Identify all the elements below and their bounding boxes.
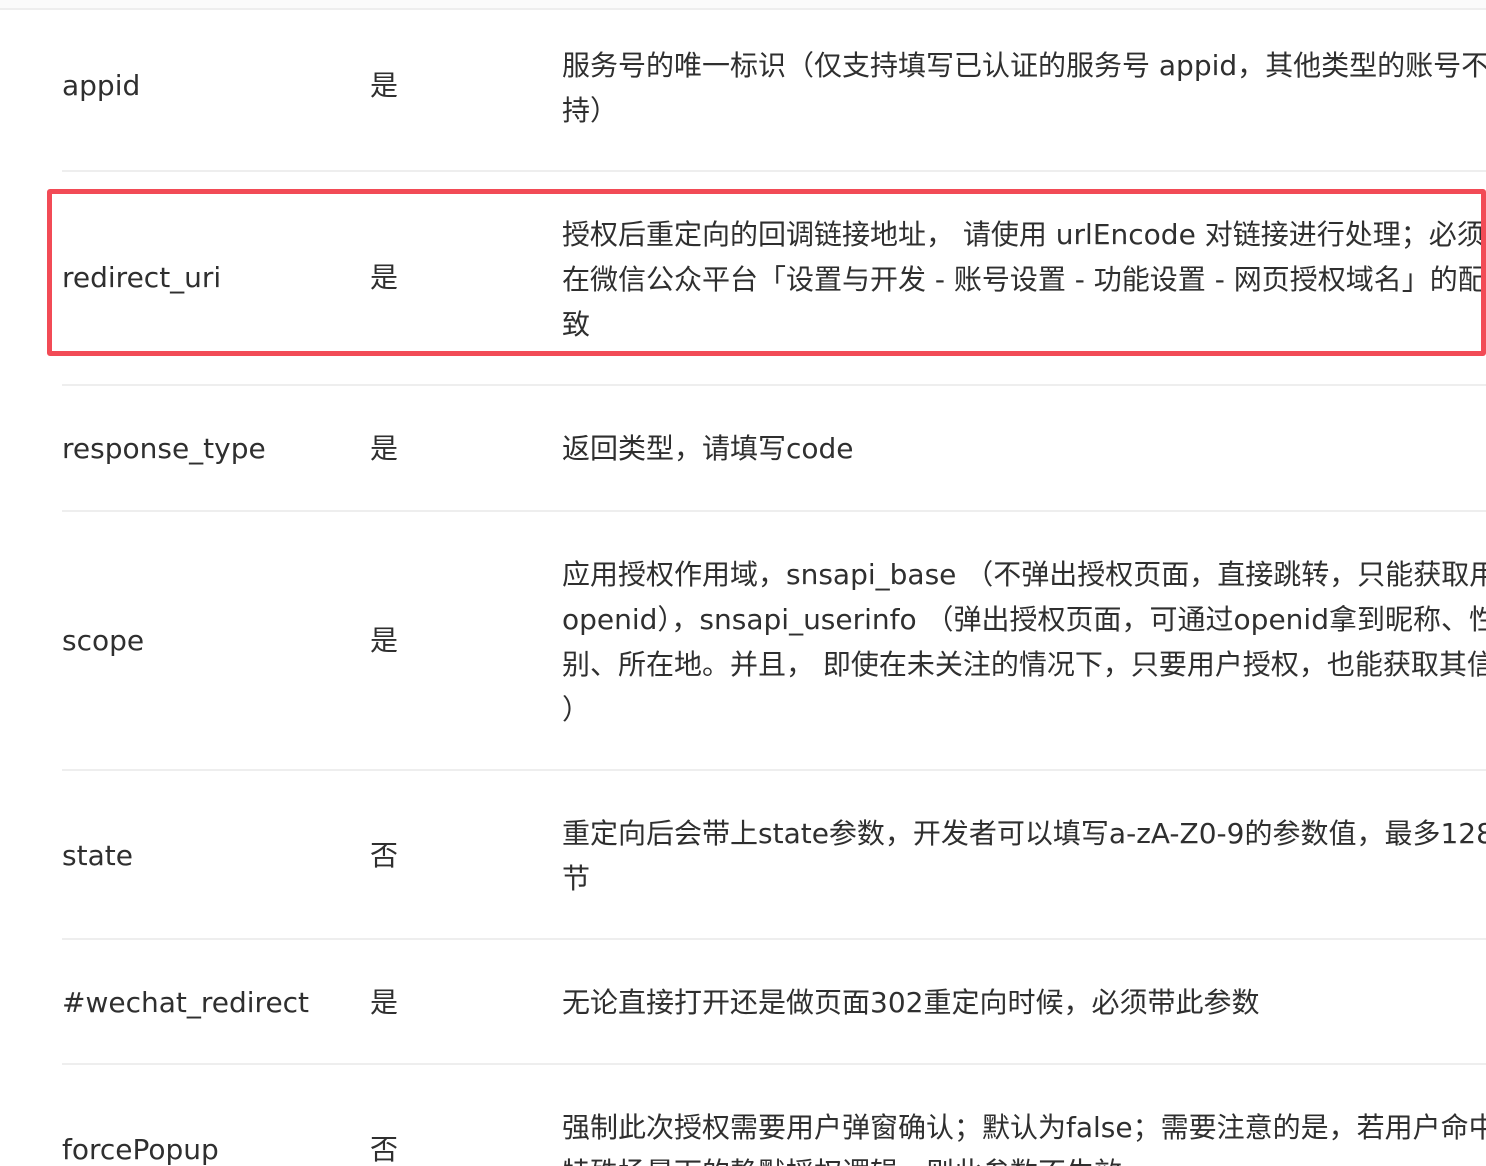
table-row: state 否 重定向后会带上state参数，开发者可以填写a-zA-Z0-9的… [62,771,1486,940]
param-description: 授权后重定向的回调链接地址， 请使用 urlEncode 对链接进行处理；必须要… [562,218,1486,341]
table-row: scope 是 应用授权作用域，snsapi_base （不弹出授权页面，直接跳… [62,512,1486,771]
param-required: 是 [370,69,399,102]
param-description: 应用授权作用域，snsapi_base （不弹出授权页面，直接跳转，只能获取用户… [562,558,1486,726]
param-required: 是 [370,624,399,657]
param-required: 是 [370,261,399,294]
param-name: forcePopup [62,1133,219,1166]
param-required: 否 [370,1133,399,1166]
param-name: appid [62,69,141,102]
table-row: response_type 是 返回类型，请填写code [62,386,1486,512]
table-row: #wechat_redirect 是 无论直接打开还是做页面302重定向时候，必… [62,940,1486,1065]
param-description: 返回类型，请填写code [562,432,854,465]
param-required: 是 [370,432,399,465]
param-name: state [62,839,133,872]
param-name: #wechat_redirect [62,986,310,1019]
param-description: 强制此次授权需要用户弹窗确认；默认为false；需要注意的是，若用户命中了特殊场… [562,1111,1486,1166]
param-required: 是 [370,986,399,1019]
param-description: 重定向后会带上state参数，开发者可以填写a-zA-Z0-9的参数值，最多12… [562,817,1486,895]
param-required: 否 [370,839,399,872]
table-row: redirect_uri 是 授权后重定向的回调链接地址， 请使用 urlEnc… [62,172,1486,386]
param-name: scope [62,624,145,657]
param-description: 服务号的唯一标识（仅支持填写已认证的服务号 appid，其他类型的账号不支持） [562,49,1486,127]
param-name: redirect_uri [62,261,222,294]
param-description: 无论直接打开还是做页面302重定向时候，必须带此参数 [562,986,1260,1019]
table-row: appid 是 服务号的唯一标识（仅支持填写已认证的服务号 appid，其他类型… [62,8,1486,172]
param-name: response_type [62,432,266,465]
table-row: forcePopup 否 强制此次授权需要用户弹窗确认；默认为false；需要注… [62,1065,1486,1166]
params-table-page: appid 是 服务号的唯一标识（仅支持填写已认证的服务号 appid，其他类型… [0,0,1486,1166]
